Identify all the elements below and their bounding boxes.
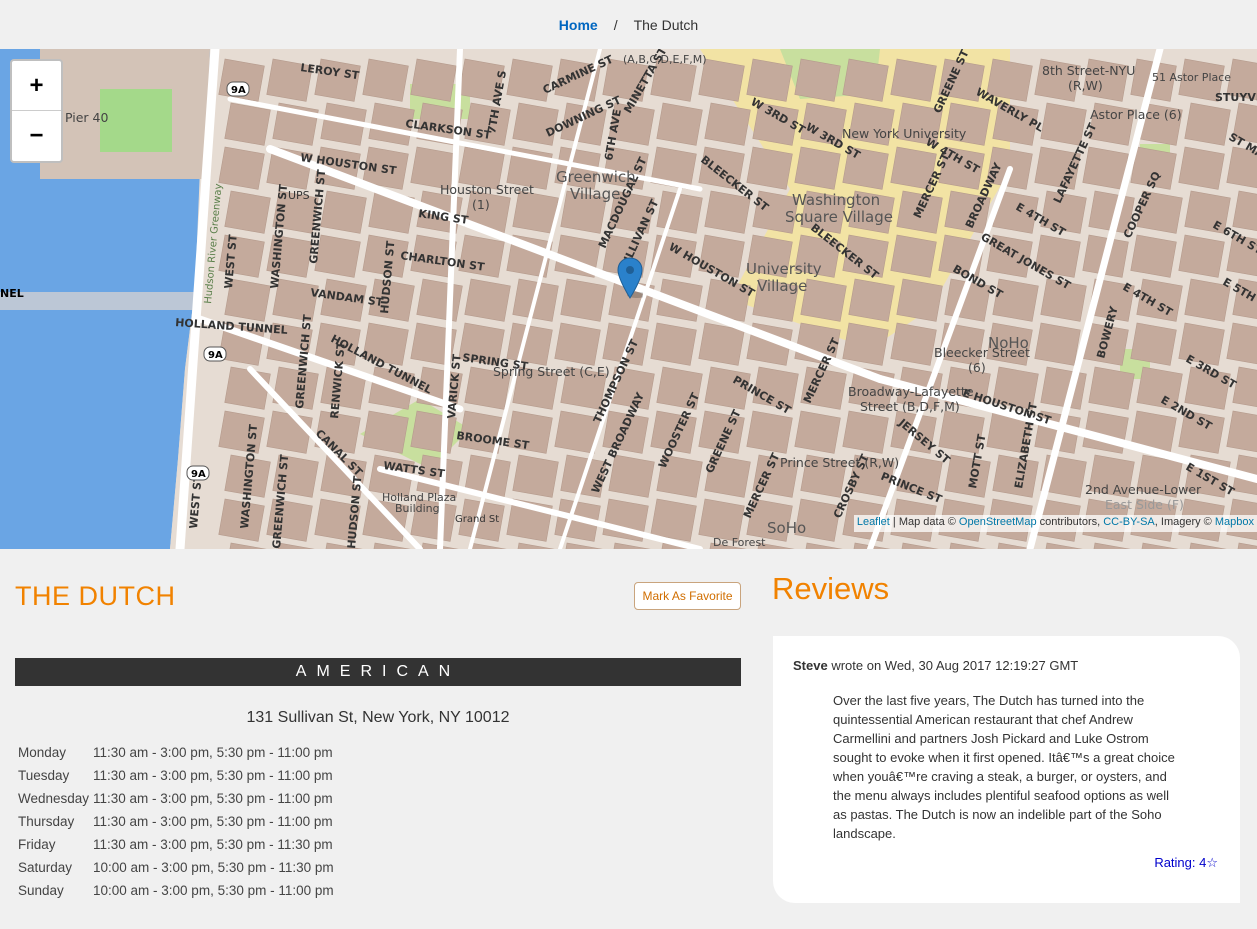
hours-time: 11:30 am - 3:00 pm, 5:30 pm - 11:30 pm: [93, 837, 333, 852]
zoom-out-button[interactable]: −: [12, 111, 61, 161]
restaurant-details: THE DUTCH Mark As Favorite AMERICAN 131 …: [0, 549, 1257, 929]
hours-row: Friday 11:30 am - 3:00 pm, 5:30 pm - 11:3…: [18, 833, 334, 856]
svg-text:Village: Village: [570, 185, 620, 203]
review-text: Over the last five years, The Dutch has …: [833, 693, 1175, 841]
svg-text:New York University: New York University: [842, 126, 967, 141]
svg-text:Grand St: Grand St: [455, 514, 499, 525]
svg-text:8th Street-NYU: 8th Street-NYU: [1042, 63, 1135, 78]
hours-row: Tuesday 11:30 am - 3:00 pm, 5:30 pm - 11:…: [18, 764, 334, 787]
zoom-control: + −: [10, 59, 63, 163]
leaflet-link[interactable]: Leaflet: [857, 516, 890, 528]
hours-day: Sunday: [18, 883, 64, 898]
svg-text:9A: 9A: [231, 85, 246, 96]
hours-time: 11:30 am - 3:00 pm, 5:30 pm - 11:00 pm: [93, 768, 333, 783]
hours-day: Thursday: [18, 814, 75, 829]
review-meta: Steve wrote on Wed, 30 Aug 2017 12:19:27…: [793, 658, 1220, 673]
svg-text:Prince Street (R,W): Prince Street (R,W): [780, 455, 899, 470]
svg-text:Broadway-Lafayette: Broadway-Lafayette: [848, 384, 974, 399]
svg-text:NoHo: NoHo: [988, 334, 1029, 352]
breadcrumb-separator: /: [613, 16, 618, 33]
hours-time: 11:30 am - 3:00 pm, 5:30 pm - 11:00 pm: [93, 814, 333, 829]
hours-row: Thursday 11:30 am - 3:00 pm, 5:30 pm - 11…: [18, 810, 334, 833]
svg-text:Square Village: Square Village: [785, 208, 893, 226]
svg-text:Washington: Washington: [792, 191, 880, 209]
location-marker-icon[interactable]: [617, 257, 643, 299]
map-attribution: Leaflet | Map data © OpenStreetMap contr…: [853, 515, 1257, 532]
hours-time: 10:00 am - 3:00 pm, 5:30 pm - 11:00 pm: [93, 883, 334, 898]
hours-day: Monday: [18, 745, 67, 760]
attrib-sep: | Map data ©: [889, 516, 959, 528]
restaurant-map[interactable]: LEROY ST CLARKSON ST W HOUSTON ST KING S…: [0, 49, 1257, 549]
hours-day: Tuesday: [18, 768, 70, 783]
ccbysa-link[interactable]: CC-BY-SA: [1103, 516, 1155, 528]
hours-time: 11:30 am - 3:00 pm, 5:30 pm - 11:00 pm: [93, 791, 333, 806]
svg-text:UPS: UPS: [288, 189, 310, 202]
hours-day: Wednesday: [18, 791, 90, 806]
cuisine-banner: AMERICAN: [15, 658, 741, 686]
svg-text:Pier 40: Pier 40: [65, 110, 108, 125]
mapbox-link[interactable]: Mapbox: [1215, 516, 1254, 528]
osm-link[interactable]: OpenStreetMap: [959, 516, 1037, 528]
review-rating: Rating: 4☆: [1154, 855, 1218, 870]
svg-text:51 Astor Place: 51 Astor Place: [1152, 71, 1231, 84]
hours-row: Monday 11:30 am - 3:00 pm, 5:30 pm - 11:0…: [18, 741, 334, 764]
svg-text:Village: Village: [757, 277, 807, 295]
svg-text:Spring Street (C,E): Spring Street (C,E): [493, 364, 610, 379]
reviews-title: Reviews: [772, 571, 890, 606]
review-date: wrote on Wed, 30 Aug 2017 12:19:27 GMT: [827, 658, 1079, 673]
svg-text:(6): (6): [968, 360, 986, 375]
hours-time: 10:00 am - 3:00 pm, 5:30 pm - 11:30 pm: [93, 860, 334, 875]
map-tiles[interactable]: LEROY ST CLARKSON ST W HOUSTON ST KING S…: [0, 49, 1257, 549]
breadcrumb: Home / The Dutch: [0, 0, 1257, 49]
hours-day: Saturday: [18, 860, 73, 875]
hours-time: 11:30 am - 3:00 pm, 5:30 pm - 11:00 pm: [93, 745, 333, 760]
restaurant-address: 131 Sullivan St, New York, NY 10012: [246, 709, 510, 726]
svg-text:SoHo: SoHo: [767, 519, 806, 537]
hours-table: Monday 11:30 am - 3:00 pm, 5:30 pm - 11:0…: [18, 741, 334, 902]
svg-text:De Forest: De Forest: [713, 536, 766, 549]
svg-text:Greenwich: Greenwich: [556, 168, 636, 186]
hours-day: Friday: [18, 837, 56, 852]
attrib-contributors: contributors,: [1036, 516, 1104, 528]
svg-text:Street (B,D,F,M): Street (B,D,F,M): [860, 399, 960, 414]
svg-text:NEL: NEL: [0, 287, 24, 300]
svg-text:9A: 9A: [208, 350, 223, 361]
svg-text:Astor Place (6): Astor Place (6): [1090, 107, 1182, 122]
attrib-imagery: , Imagery ©: [1154, 516, 1215, 528]
svg-text:(A,B,C,D,E,F,M): (A,B,C,D,E,F,M): [623, 53, 707, 66]
svg-text:(R,W): (R,W): [1068, 78, 1103, 93]
svg-text:2nd Avenue-Lower: 2nd Avenue-Lower: [1085, 482, 1202, 497]
svg-text:(1): (1): [472, 197, 490, 212]
breadcrumb-home-link[interactable]: Home: [559, 17, 598, 33]
svg-text:University: University: [746, 260, 822, 278]
zoom-in-button[interactable]: +: [12, 61, 61, 111]
svg-text:STUYVE: STUYVE: [1215, 91, 1257, 104]
svg-text:9A: 9A: [191, 469, 206, 480]
review-card: Steve wrote on Wed, 30 Aug 2017 12:19:27…: [773, 636, 1240, 903]
breadcrumb-current: The Dutch: [633, 16, 699, 33]
review-author: Steve: [793, 658, 828, 673]
hours-row: Saturday 10:00 am - 3:00 pm, 5:30 pm - 11…: [18, 856, 334, 879]
mark-as-favorite-button[interactable]: Mark As Favorite: [634, 582, 741, 610]
svg-text:Houston Street: Houston Street: [440, 182, 534, 197]
restaurant-name: THE DUTCH: [15, 581, 176, 611]
hours-row: Sunday 10:00 am - 3:00 pm, 5:30 pm - 11:0…: [18, 879, 334, 902]
svg-text:Building: Building: [395, 502, 440, 515]
svg-text:East Side (F): East Side (F): [1105, 497, 1184, 512]
hours-row: Wednesday 11:30 am - 3:00 pm, 5:30 pm - 1…: [18, 787, 334, 810]
